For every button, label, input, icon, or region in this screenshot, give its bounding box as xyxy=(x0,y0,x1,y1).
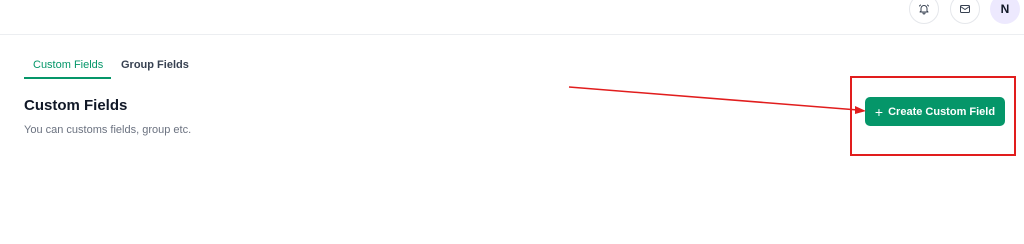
annotation-arrow xyxy=(568,86,866,114)
